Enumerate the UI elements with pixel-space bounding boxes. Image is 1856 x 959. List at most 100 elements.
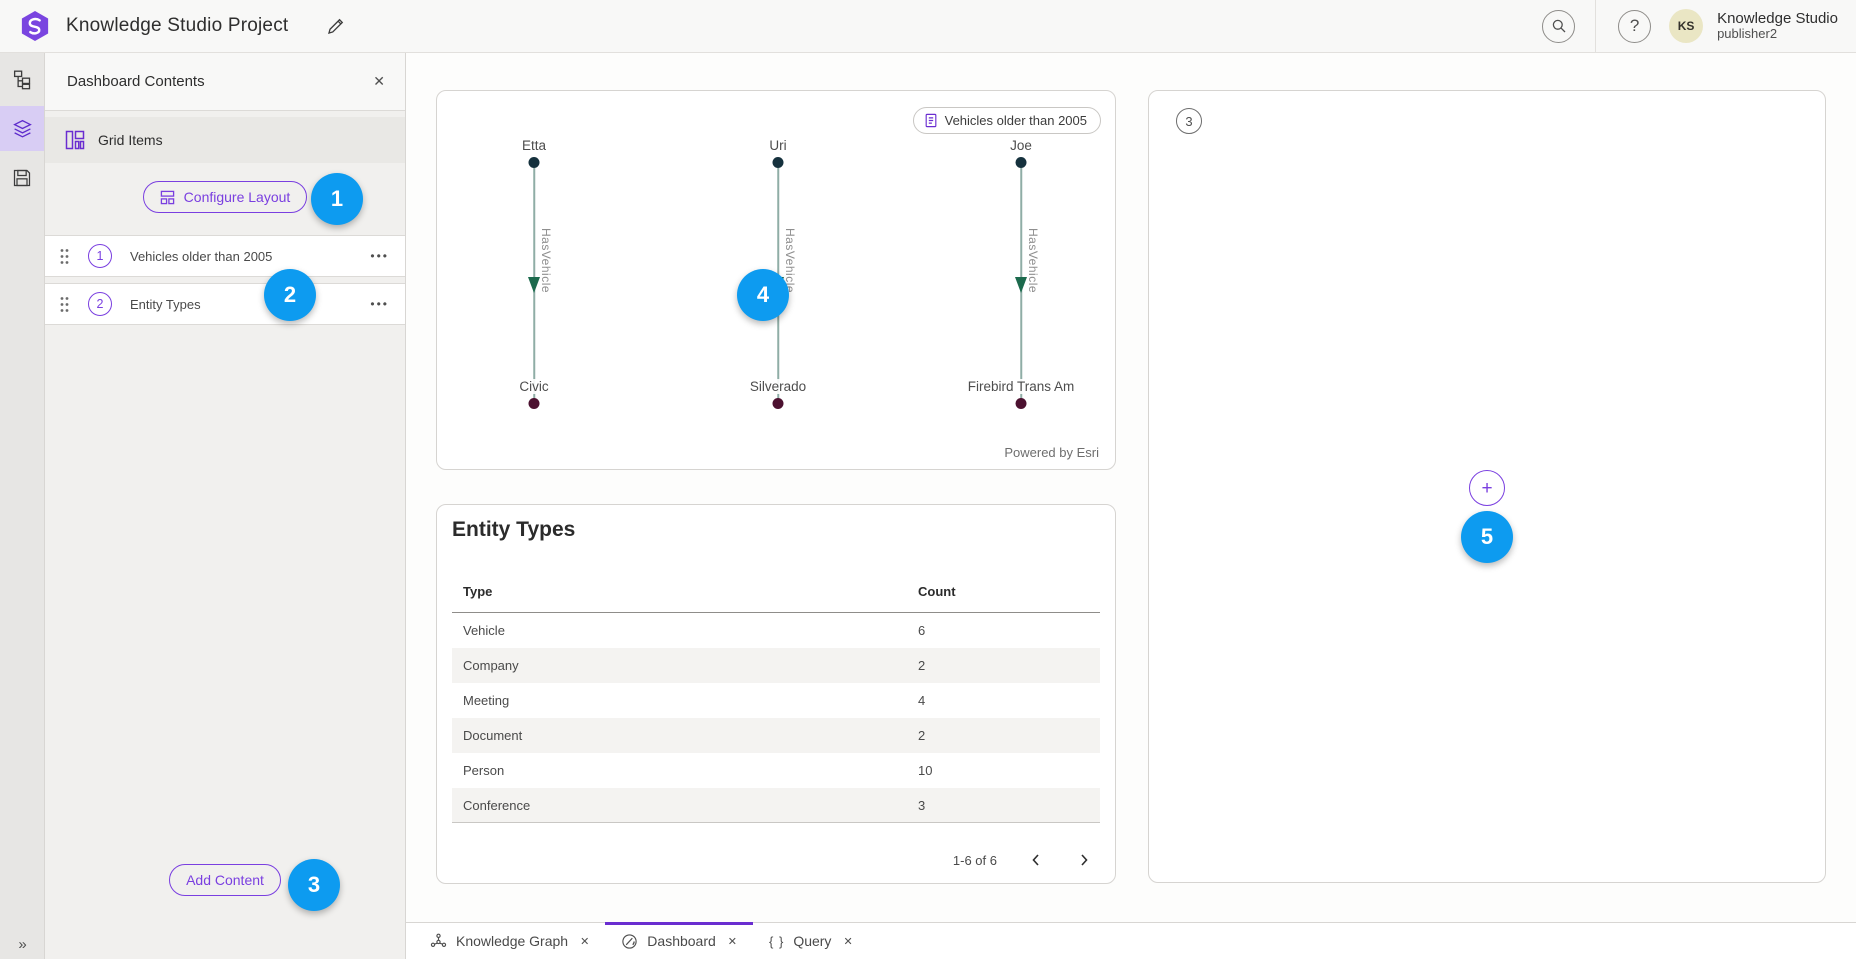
cell-type: Person — [452, 763, 918, 778]
vehicle-node[interactable] — [1016, 398, 1027, 409]
user-name: Knowledge Studio — [1717, 10, 1838, 27]
table-row: Person 10 — [452, 753, 1100, 788]
vehicle-node[interactable] — [529, 398, 540, 409]
entity-types-widget: Entity Types Type Count Vehicle 6 Compan… — [436, 504, 1116, 884]
tab-query[interactable]: { } Query ✕ — [753, 923, 869, 959]
cell-count: 10 — [918, 763, 1100, 778]
node-label[interactable]: Joe — [1007, 138, 1035, 153]
tab-label: Query — [793, 933, 831, 949]
graph-edge-uri-silverado[interactable]: Uri HasVehicle Silverado — [698, 131, 858, 426]
esri-attribution: Powered by Esri — [1004, 445, 1099, 460]
grid-items-label: Grid Items — [98, 132, 163, 148]
person-node[interactable] — [1016, 157, 1027, 168]
configure-layout-button[interactable]: Configure Layout — [143, 181, 308, 213]
grid-items-section: Grid Items — [45, 117, 405, 163]
close-tab-icon[interactable]: ✕ — [580, 935, 589, 948]
item-number-badge: 1 — [88, 244, 112, 268]
layout-grid-icon — [160, 190, 175, 205]
node-label[interactable]: Firebird Trans Am — [965, 379, 1078, 394]
column-header-type: Type — [452, 584, 918, 599]
search-button[interactable] — [1542, 10, 1575, 43]
list-item-entity-types[interactable]: 2 Entity Types ••• — [45, 283, 405, 325]
close-tab-icon[interactable]: ✕ — [728, 935, 737, 948]
report-icon — [924, 113, 938, 128]
rail-item-dashboard-layers[interactable] — [0, 106, 44, 151]
cell-count: 4 — [918, 693, 1100, 708]
edge-arrow-icon — [528, 277, 540, 293]
entity-types-table: Type Count Vehicle 6 Company 2 Meeting 4… — [452, 571, 1100, 823]
cell-type: Meeting — [452, 693, 918, 708]
rail-item-knowledge-graph[interactable] — [0, 57, 44, 102]
tab-dashboard[interactable]: Dashboard ✕ — [605, 923, 753, 959]
plus-icon: + — [1481, 479, 1492, 498]
drag-handle-icon[interactable] — [57, 246, 72, 267]
node-label[interactable]: Silverado — [747, 379, 809, 394]
dashboard-contents-panel: Dashboard Contents ✕ Grid Items — [45, 53, 406, 959]
hierarchy-icon — [12, 69, 33, 90]
person-node[interactable] — [529, 157, 540, 168]
node-label[interactable]: Etta — [519, 138, 549, 153]
close-panel-button[interactable]: ✕ — [365, 69, 393, 94]
save-icon — [12, 168, 32, 188]
avatar[interactable]: KS — [1669, 9, 1703, 43]
cell-count: 2 — [918, 658, 1100, 673]
panel-title: Dashboard Contents — [67, 73, 365, 90]
empty-grid-slot: 3 + — [1148, 90, 1826, 883]
dashboard-canvas: Vehicles older than 2005 Etta HasVehicle… — [406, 53, 1856, 922]
cell-count: 3 — [918, 798, 1100, 813]
tab-label: Knowledge Graph — [456, 933, 568, 949]
add-content-label: Add Content — [186, 872, 264, 888]
chevron-right-icon — [1077, 852, 1091, 868]
person-node[interactable] — [773, 157, 784, 168]
add-widget-button[interactable]: + — [1469, 470, 1505, 506]
rail-item-save[interactable] — [0, 155, 44, 200]
table-row: Vehicle 6 — [452, 613, 1100, 648]
help-icon: ? — [1630, 16, 1639, 36]
chevron-left-icon — [1029, 852, 1043, 868]
configure-layout-row: Configure Layout — [45, 181, 405, 213]
knowledge-graph-icon — [430, 933, 447, 950]
configure-layout-label: Configure Layout — [184, 189, 291, 205]
view-tab-bar: Knowledge Graph ✕ Dashboard ✕ { } Query … — [406, 922, 1856, 959]
cell-type: Company — [452, 658, 918, 673]
edge-label: HasVehicle — [783, 228, 797, 293]
edge-arrow-icon — [772, 277, 784, 293]
item-options-icon[interactable]: ••• — [370, 297, 389, 311]
expand-rail-button[interactable]: » — [0, 936, 45, 953]
table-header-row: Type Count — [452, 571, 1100, 613]
grid-layout-icon — [65, 130, 85, 150]
cell-type: Document — [452, 728, 918, 743]
list-item-vehicles[interactable]: 1 Vehicles older than 2005 ••• — [45, 235, 405, 277]
node-label[interactable]: Civic — [516, 379, 551, 394]
page-title: Knowledge Studio Project — [66, 15, 288, 37]
user-role: publisher2 — [1717, 27, 1838, 42]
help-button[interactable]: ? — [1618, 10, 1651, 43]
cell-type: Vehicle — [452, 623, 918, 638]
previous-page-button[interactable] — [1027, 850, 1045, 870]
link-chart-filter-chip[interactable]: Vehicles older than 2005 — [913, 107, 1101, 134]
panel-header: Dashboard Contents ✕ — [45, 53, 405, 111]
edge-arrow-icon — [1015, 277, 1027, 293]
tab-knowledge-graph[interactable]: Knowledge Graph ✕ — [414, 923, 605, 959]
item-options-icon[interactable]: ••• — [370, 249, 389, 263]
drag-handle-icon[interactable] — [57, 294, 72, 315]
layers-icon — [12, 118, 33, 139]
add-content-button[interactable]: Add Content — [169, 864, 281, 896]
close-tab-icon[interactable]: ✕ — [843, 935, 852, 948]
edit-title-button[interactable] — [322, 13, 349, 40]
graph-edge-etta-civic[interactable]: Etta HasVehicle Civic — [454, 131, 614, 426]
next-page-button[interactable] — [1075, 850, 1093, 870]
chip-label: Vehicles older than 2005 — [945, 113, 1087, 128]
edge-label: HasVehicle — [539, 228, 553, 293]
header-divider — [1595, 0, 1596, 53]
vehicle-node[interactable] — [773, 398, 784, 409]
table-row: Meeting 4 — [452, 683, 1100, 718]
top-bar: Knowledge Studio Project ? KS Knowledge … — [0, 0, 1856, 53]
topbar-right-group: ? KS Knowledge Studio publisher2 — [1542, 0, 1856, 53]
close-icon: ✕ — [373, 73, 385, 89]
edge-label: HasVehicle — [1026, 228, 1040, 293]
node-label[interactable]: Uri — [766, 138, 789, 153]
user-info[interactable]: Knowledge Studio publisher2 — [1717, 10, 1838, 42]
item-number-badge: 2 — [88, 292, 112, 316]
graph-edge-joe-firebird[interactable]: Joe HasVehicle Firebird Trans Am — [941, 131, 1101, 426]
